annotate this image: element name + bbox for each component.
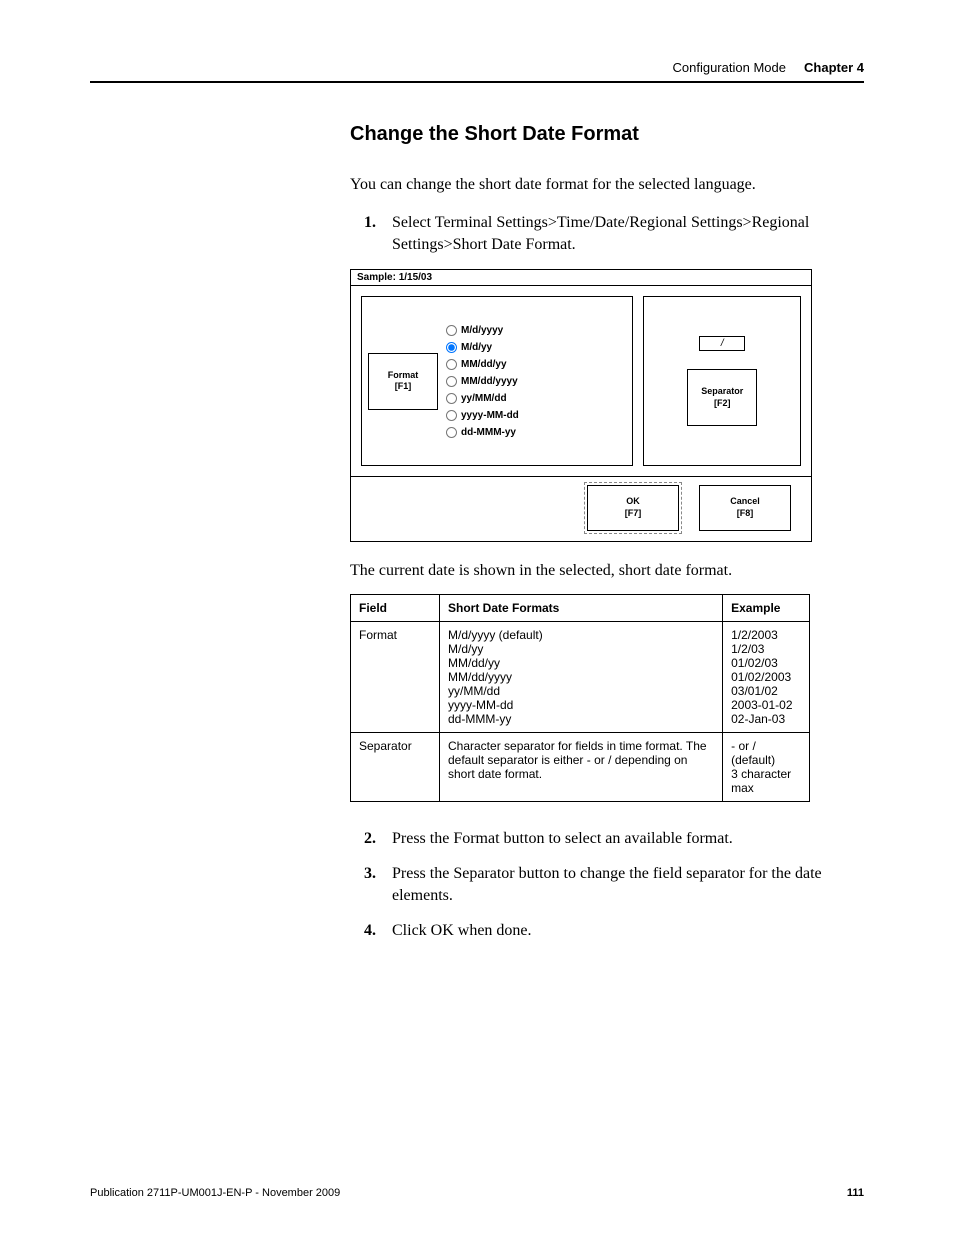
- publication-id: Publication 2711P-UM001J-EN-P - November…: [90, 1187, 340, 1199]
- step-text: Press the Separator button to change the…: [392, 865, 822, 904]
- table-row-separator: Separator Character separator for fields…: [351, 732, 810, 801]
- cell-line: 1/2/03: [731, 642, 801, 656]
- step-number: 4.: [364, 920, 376, 942]
- step-number: 2.: [364, 828, 376, 850]
- format-radio-label: yyyy-MM-dd: [461, 410, 519, 421]
- format-radio-group: M/d/yyyy M/d/yy MM/dd/yy MM/dd/yyyy yy/MM/dd…: [446, 325, 519, 438]
- format-button[interactable]: Format [F1]: [368, 353, 438, 410]
- sample-label: Sample:: [357, 272, 396, 283]
- separator-button-key: [F2]: [714, 398, 731, 408]
- cell-line: 1/2/2003: [731, 628, 801, 642]
- dialog-body: Format [F1] M/d/yyyy M/d/yy MM/dd/yy MM/dd/…: [351, 286, 811, 477]
- format-button-key: [F1]: [395, 381, 412, 391]
- page: Configuration Mode Chapter 4 Change the …: [0, 0, 954, 1235]
- format-radio-label: MM/dd/yy: [461, 359, 507, 370]
- cell-line: M/d/yy: [448, 642, 714, 656]
- cell-line: 01/02/2003: [731, 670, 801, 684]
- format-radio-input[interactable]: [446, 410, 457, 421]
- short-date-format-dialog: Sample: 1/15/03 Format [F1] M/d/yyyyM/d/…: [350, 269, 812, 541]
- step-text: Press the Format button to select an ava…: [392, 830, 733, 847]
- col-example: Example: [723, 594, 810, 621]
- cancel-button-label: Cancel: [730, 496, 760, 506]
- cancel-button[interactable]: Cancel [F8]: [699, 485, 791, 530]
- cell-examples: 1/2/20031/2/0301/02/0301/02/200303/01/02…: [723, 621, 810, 732]
- format-radio-label: MM/dd/yyyy: [461, 376, 518, 387]
- cell-line: 01/02/03: [731, 656, 801, 670]
- page-footer: Publication 2711P-UM001J-EN-P - November…: [90, 1187, 864, 1199]
- ok-button-key: [F7]: [625, 508, 642, 518]
- step-1: 1. Select Terminal Settings>Time/Date/Re…: [350, 212, 864, 255]
- step-4: 4. Click OK when done.: [350, 920, 864, 942]
- step-2: 2. Press the Format button to select an …: [350, 828, 864, 850]
- format-radio-option[interactable]: MM/dd/yyyy: [446, 376, 519, 387]
- format-radio-input[interactable]: [446, 393, 457, 404]
- format-radio-input[interactable]: [446, 342, 457, 353]
- format-radio-option[interactable]: MM/dd/yy: [446, 359, 519, 370]
- col-formats: Short Date Formats: [440, 594, 723, 621]
- format-radio-option[interactable]: M/d/yyyy: [446, 325, 519, 336]
- step-3: 3. Press the Separator button to change …: [350, 863, 864, 906]
- cell-line: MM/dd/yy: [448, 656, 714, 670]
- cell-field: Format: [351, 621, 440, 732]
- format-radio-input[interactable]: [446, 427, 457, 438]
- header-rule: [90, 81, 864, 83]
- table-header-row: Field Short Date Formats Example: [351, 594, 810, 621]
- intro-paragraph: You can change the short date format for…: [350, 176, 864, 194]
- format-radio-input[interactable]: [446, 325, 457, 336]
- caption-paragraph: The current date is shown in the selecte…: [350, 562, 864, 580]
- cell-examples: - or / (default)3 character max: [723, 732, 810, 801]
- steps-bottom: 2. Press the Format button to select an …: [350, 828, 864, 942]
- sample-bar: Sample: 1/15/03: [351, 270, 811, 286]
- format-button-label: Format: [388, 370, 419, 380]
- cell-desc: Character separator for fields in time f…: [440, 732, 723, 801]
- separator-value-display: /: [699, 336, 745, 351]
- cell-formats: M/d/yyyy (default)M/d/yyMM/dd/yyMM/dd/yy…: [440, 621, 723, 732]
- cell-line: MM/dd/yyyy: [448, 670, 714, 684]
- col-field: Field: [351, 594, 440, 621]
- step-number: 1.: [364, 212, 376, 234]
- ok-button[interactable]: OK [F7]: [587, 485, 679, 530]
- step-number: 3.: [364, 863, 376, 885]
- section-heading: Change the Short Date Format: [350, 123, 864, 146]
- cell-line: yyyy-MM-dd: [448, 698, 714, 712]
- format-radio-label: dd-MMM-yy: [461, 427, 516, 438]
- field-definition-table: Field Short Date Formats Example Format …: [350, 594, 810, 802]
- cell-line: 02-Jan-03: [731, 712, 801, 726]
- cell-line: dd-MMM-yy: [448, 712, 714, 726]
- sample-value: 1/15/03: [399, 272, 432, 283]
- running-header-right: Chapter 4: [804, 60, 864, 75]
- cell-line: 2003-01-02: [731, 698, 801, 712]
- format-radio-option[interactable]: M/d/yy: [446, 342, 519, 353]
- format-radio-option[interactable]: yyyy-MM-dd: [446, 410, 519, 421]
- separator-button[interactable]: Separator [F2]: [687, 369, 757, 426]
- running-header-left: Configuration Mode: [673, 60, 786, 75]
- cell-line: yy/MM/dd: [448, 684, 714, 698]
- separator-panel: / Separator [F2]: [643, 296, 801, 466]
- cell-line: 03/01/02: [731, 684, 801, 698]
- step-text: Select Terminal Settings>Time/Date/Regio…: [392, 214, 809, 253]
- format-radio-option[interactable]: dd-MMM-yy: [446, 427, 519, 438]
- page-number: 111: [847, 1187, 864, 1199]
- cell-line: M/d/yyyy (default): [448, 628, 714, 642]
- format-radio-label: yy/MM/dd: [461, 393, 507, 404]
- format-radio-label: M/d/yyyy: [461, 325, 503, 336]
- step-text: Click OK when done.: [392, 922, 532, 939]
- format-radio-input[interactable]: [446, 359, 457, 370]
- running-header: Configuration Mode Chapter 4: [90, 60, 864, 75]
- ok-button-label: OK: [626, 496, 640, 506]
- separator-button-label: Separator: [701, 386, 743, 396]
- dialog-button-bar: OK [F7] Cancel [F8]: [351, 477, 811, 540]
- cell-line: - or / (default): [731, 739, 801, 767]
- format-radio-option[interactable]: yy/MM/dd: [446, 393, 519, 404]
- cancel-button-key: [F8]: [737, 508, 754, 518]
- cell-line: 3 character max: [731, 767, 801, 795]
- cell-field: Separator: [351, 732, 440, 801]
- main-column: Change the Short Date Format You can cha…: [350, 123, 864, 942]
- steps-top: 1. Select Terminal Settings>Time/Date/Re…: [350, 212, 864, 255]
- format-panel: Format [F1] M/d/yyyy M/d/yy MM/dd/yy MM/dd/…: [361, 296, 633, 466]
- format-radio-input[interactable]: [446, 376, 457, 387]
- table-row-format: Format M/d/yyyy (default)M/d/yyMM/dd/yyM…: [351, 621, 810, 732]
- format-radio-label: M/d/yy: [461, 342, 492, 353]
